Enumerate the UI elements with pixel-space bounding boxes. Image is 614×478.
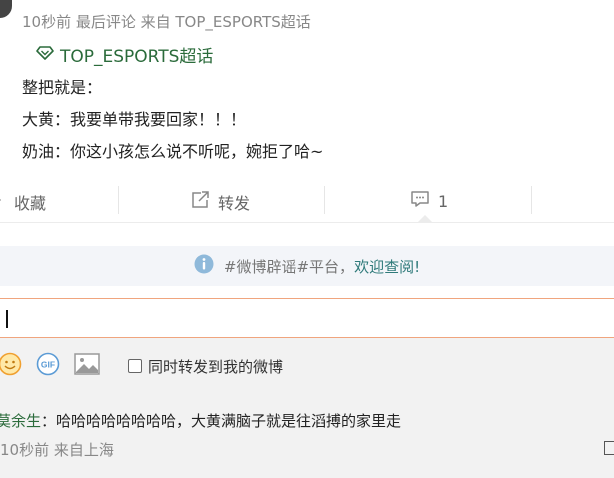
avatar[interactable]	[0, 0, 12, 18]
repost-checkbox[interactable]	[128, 359, 142, 373]
favorite-label: 收藏	[14, 194, 47, 213]
favorite-button[interactable]: 收藏	[0, 190, 46, 214]
share-icon	[190, 191, 210, 213]
gif-icon[interactable]: GIF	[36, 352, 60, 380]
repost-button[interactable]: 转发	[190, 190, 250, 214]
emoji-icon[interactable]	[0, 352, 22, 380]
post-meta: 10秒前 最后评论 来自 TOP_ESPORTS超话	[22, 13, 311, 31]
gif-label: GIF	[41, 360, 55, 370]
diamond-icon	[36, 45, 54, 65]
comment-button[interactable]: 1	[410, 190, 448, 212]
notice-text: #微博辟谣#平台，	[223, 257, 355, 276]
divider	[324, 186, 325, 214]
comment-item: 莫余生：哈哈哈哈哈哈哈哈，大黄满脑子就是往滔搏的家里走	[0, 410, 401, 431]
active-pointer	[418, 215, 432, 222]
composer-toolbar: GIF 同时转发到我的微博	[0, 352, 283, 380]
reply-icon[interactable]	[604, 441, 614, 455]
repost-label: 转发	[218, 194, 251, 213]
rumor-notice: #微博辟谣#平台，欢迎查阅!	[0, 246, 614, 286]
post-text-line-2: 大黄：我要单带我要回家！！！	[22, 110, 247, 129]
comment-count: 1	[438, 191, 449, 211]
repost-checkbox-label: 同时转发到我的微博	[148, 357, 284, 376]
post-text-line-3: 奶油：你这小孩怎么说不听呢，婉拒了哈~	[22, 142, 324, 161]
comment-user[interactable]: 莫余生	[0, 412, 41, 430]
post-text-line-1: 整把就是：	[22, 78, 103, 97]
topic-link[interactable]: TOP_ESPORTS超话	[36, 42, 213, 67]
divider	[531, 186, 532, 214]
notice-link[interactable]: 欢迎查阅!	[354, 258, 420, 276]
star-icon	[0, 192, 6, 212]
divider	[118, 186, 119, 214]
comment-text: ：哈哈哈哈哈哈哈哈，大黄满脑子就是往滔搏的家里走	[41, 412, 402, 430]
action-bar: 收藏 转发 1	[0, 178, 614, 223]
image-icon[interactable]	[74, 353, 100, 379]
comment-icon	[410, 190, 430, 212]
topic-link-label: TOP_ESPORTS超话	[60, 47, 214, 67]
info-icon	[194, 254, 214, 278]
comment-meta: 10秒前 来自上海	[0, 441, 114, 459]
text-caret	[6, 310, 8, 328]
comment-input[interactable]	[0, 298, 614, 338]
